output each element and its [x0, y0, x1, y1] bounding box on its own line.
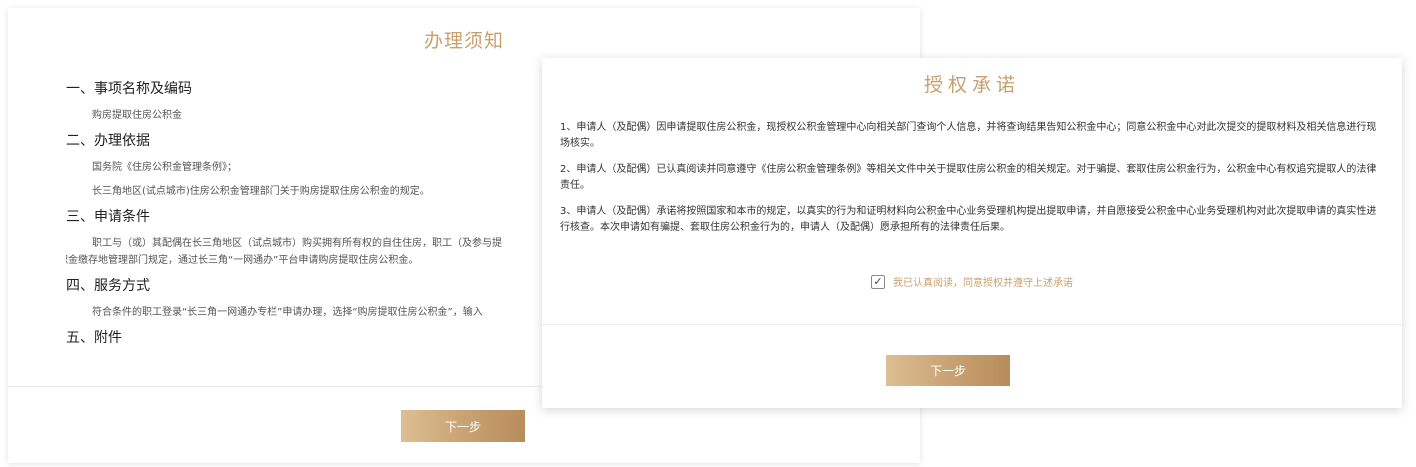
- section-text: 国务院《住房公积金管理条例》；: [92, 162, 237, 173]
- section-text: 符合条件的职工登录“长三角一网通办专栏”申请办理，选择“购房提取住房公积金”，输…: [92, 307, 483, 318]
- promise-title: 授权承诺: [923, 74, 1020, 96]
- section-heading: 三、申请条件: [66, 209, 150, 225]
- promise-dialog: 授权承诺 1、申请人（及配偶）因申请提取住房公积金，现授权公积金管理中心向相关部…: [542, 58, 1402, 408]
- notice-title: 办理须知: [423, 30, 504, 52]
- promise-paragraph: 2、申请人（及配偶）已认真阅读并同意遵守《住房公积金管理条例》等相关文件中关于提…: [560, 164, 1377, 191]
- section-text: 购房提取住房公积金: [92, 110, 182, 121]
- section-heading: 四、服务方式: [66, 278, 150, 294]
- divider: [542, 324, 1402, 325]
- agree-label[interactable]: 我已认真阅读，同意授权并遵守上述承诺: [893, 274, 1073, 289]
- agree-checkbox[interactable]: ✓: [871, 274, 885, 289]
- promise-paragraph: 3、申请人（及配偶）承诺将按照国家和本市的规定，以真实的行为和证明材料向公积金中…: [560, 206, 1377, 233]
- notice-next-button[interactable]: 下一步: [401, 410, 525, 442]
- section-heading: 五、附件: [66, 330, 122, 346]
- agree-row[interactable]: ✓ 我已认真阅读，同意授权并遵守上述承诺: [542, 274, 1402, 289]
- section-text: 家和住房公积金缴存地管理部门规定，通过长三角“一网通办”平台申请购房提取住房公积…: [66, 255, 419, 266]
- notice-content: 一、事项名称及编码 购房提取住房公积金 二、办理依据 国务院《住房公积金管理条例…: [66, 78, 546, 355]
- promise-next-button[interactable]: 下一步: [886, 355, 1010, 386]
- promise-paragraph: 1、申请人（及配偶）因申请提取住房公积金，现授权公积金管理中心向相关部门查询个人…: [560, 122, 1377, 149]
- promise-body: 1、申请人（及配偶）因申请提取住房公积金，现授权公积金管理中心向相关部门查询个人…: [560, 120, 1380, 246]
- section-text: 职工与（或）其配偶在长三角地区（试点城市）购买拥有所有权的自住住房，职工（及参与…: [92, 238, 502, 249]
- section-heading: 二、办理依据: [66, 133, 150, 149]
- check-icon: ✓: [873, 275, 883, 288]
- section-text: 长三角地区(试点城市)住房公积金管理部门关于购房提取住房公积金的规定。: [92, 186, 430, 197]
- section-heading: 一、事项名称及编码: [66, 81, 192, 97]
